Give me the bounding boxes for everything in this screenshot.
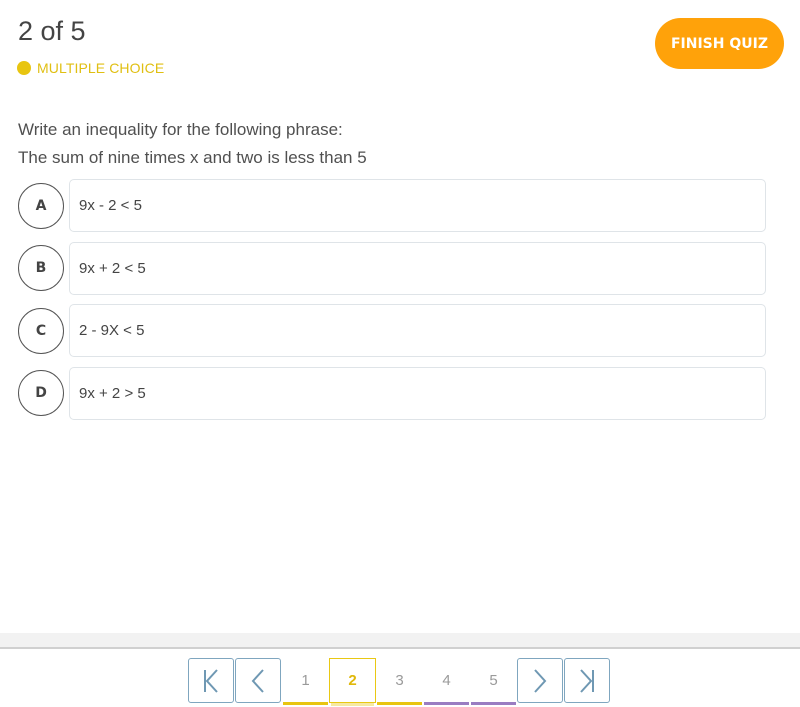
chevron-right-icon xyxy=(534,668,547,693)
page-1[interactable]: 1 xyxy=(282,658,329,705)
question-phrase: The sum of nine times x and two is less … xyxy=(18,148,367,167)
page-status-bar xyxy=(377,702,422,705)
page-status-bar xyxy=(424,702,469,705)
page-number: 1 xyxy=(301,672,310,689)
question-type-dot xyxy=(17,61,31,75)
choice-letter[interactable]: D xyxy=(18,370,64,416)
choice-a[interactable]: A 9x - 2 < 5 xyxy=(18,179,766,232)
finish-quiz-button[interactable]: FINISH QUIZ xyxy=(655,18,784,69)
page-number: 5 xyxy=(489,672,498,689)
choice-c[interactable]: C 2 - 9X < 5 xyxy=(18,304,766,357)
pagination: 1 2 3 4 5 xyxy=(188,658,611,706)
page-status-bar xyxy=(331,703,374,706)
question-type-label: MULTIPLE CHOICE xyxy=(37,60,165,76)
page-2[interactable]: 2 xyxy=(329,658,376,706)
page-5[interactable]: 5 xyxy=(470,658,517,705)
page-status-bar xyxy=(471,702,516,705)
page-3[interactable]: 3 xyxy=(376,658,423,705)
page-status-bar xyxy=(283,702,328,705)
prev-page-button[interactable] xyxy=(235,658,281,703)
question-type: MULTIPLE CHOICE xyxy=(17,60,164,76)
choice-letter[interactable]: A xyxy=(18,182,64,229)
answer-choices: A 9x - 2 < 5 B 9x + 2 < 5 C 2 - 9X < 5 D… xyxy=(18,179,766,429)
choice-letter[interactable]: B xyxy=(18,245,64,291)
page-number: 3 xyxy=(395,672,404,689)
first-page-icon xyxy=(204,668,218,693)
last-page-button[interactable] xyxy=(564,658,610,703)
page-number: 4 xyxy=(442,672,451,689)
chevron-left-icon xyxy=(251,668,264,693)
last-page-icon xyxy=(580,668,594,693)
choice-b[interactable]: B 9x + 2 < 5 xyxy=(18,241,766,295)
next-page-button[interactable] xyxy=(517,658,563,703)
choice-text-box[interactable]: 9x - 2 < 5 xyxy=(69,179,766,232)
choice-text-box[interactable]: 2 - 9X < 5 xyxy=(69,304,766,357)
progress-title: 2 of 5 xyxy=(18,16,86,46)
question-instruction: Write an inequality for the following ph… xyxy=(18,120,343,139)
first-page-button[interactable] xyxy=(188,658,234,703)
choice-letter[interactable]: C xyxy=(18,307,64,354)
footer-divider xyxy=(0,633,800,649)
choice-d[interactable]: D 9x + 2 > 5 xyxy=(18,366,766,420)
choice-text-box[interactable]: 9x + 2 > 5 xyxy=(69,366,766,420)
choice-text-box[interactable]: 9x + 2 < 5 xyxy=(69,241,766,295)
page-4[interactable]: 4 xyxy=(423,658,470,705)
page-number: 2 xyxy=(348,672,357,689)
question-text: Write an inequality for the following ph… xyxy=(18,116,367,172)
